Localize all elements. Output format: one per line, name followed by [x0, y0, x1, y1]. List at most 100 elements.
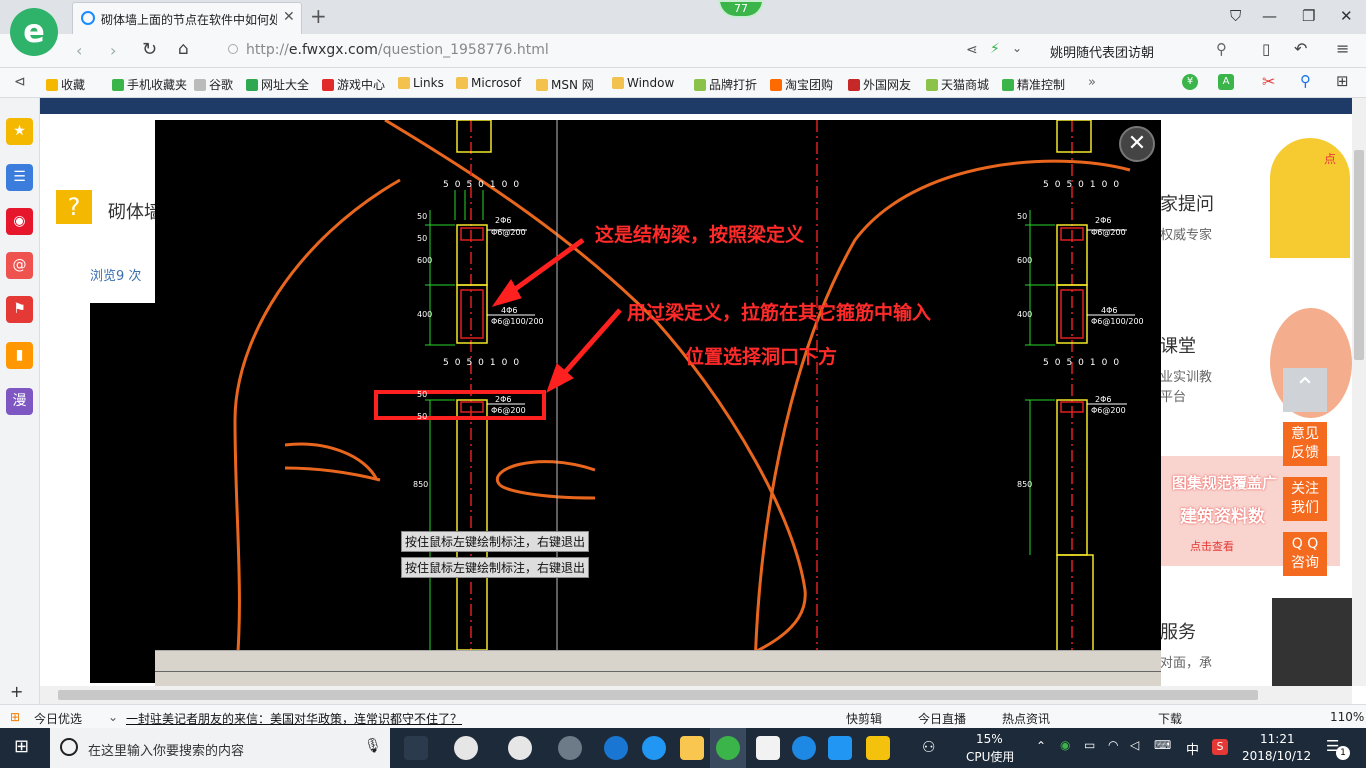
url-field[interactable]: http://e.fwxgx.com/question_1958776.html	[246, 42, 549, 58]
bookmark-item[interactable]: 淘宝团购	[770, 76, 833, 93]
reading-icon[interactable]: ▮	[6, 342, 33, 369]
wechat-tray-icon[interactable]: ◉	[1060, 738, 1070, 752]
forward-icon[interactable]: ›	[110, 41, 116, 60]
close-window-button[interactable]: ✕	[1340, 7, 1353, 25]
bookmark-item[interactable]: 游戏中心	[322, 76, 385, 93]
bookmark-item[interactable]: 品牌打折	[694, 76, 757, 93]
bookmark-item[interactable]: 手机收藏夹	[112, 76, 187, 93]
weibo-icon[interactable]: ◉	[6, 208, 33, 235]
right-heading-ask: 家提问	[1160, 194, 1214, 215]
menu-icon[interactable]: ≡	[1336, 39, 1349, 58]
microphone-icon[interactable]: 🎙	[364, 738, 382, 754]
g-app-icon[interactable]	[792, 736, 816, 760]
new-tab-button[interactable]: +	[310, 4, 327, 28]
apps-grid-icon[interactable]: ⊞	[1336, 72, 1349, 90]
chevron-down-icon[interactable]: ⌄	[1012, 41, 1022, 55]
plus-app-icon[interactable]	[828, 736, 852, 760]
people-icon[interactable]: ⚇	[922, 738, 935, 756]
windows-start-icon[interactable]: ⊞	[14, 736, 29, 757]
wifi-icon[interactable]: ◠	[1108, 738, 1118, 752]
sync-app-icon[interactable]	[558, 736, 582, 760]
bookmark-item[interactable]: Window	[612, 76, 674, 90]
right-heading-service: 服务	[1160, 622, 1196, 643]
back-to-top-button[interactable]: ⌃	[1283, 368, 1327, 412]
clock-date[interactable]: 2018/10/12	[1242, 749, 1311, 763]
scissors-icon[interactable]: ✂	[1262, 72, 1275, 91]
zoom-level[interactable]: 110%	[1330, 710, 1364, 724]
ie-app-icon[interactable]	[508, 736, 532, 760]
bookmark-icon	[112, 79, 124, 91]
shirt-skin-icon[interactable]: ⛉	[1230, 7, 1241, 25]
bookmark-item[interactable]: Links	[398, 76, 444, 90]
bookmark-item[interactable]: 天猫商城	[926, 76, 989, 93]
comic-icon[interactable]: 漫	[6, 388, 33, 415]
bookmark-item[interactable]: 谷歌	[194, 76, 233, 93]
browser-tab[interactable]: 砌体墙上面的节点在软件中如何处 ✕	[72, 2, 302, 34]
bookmark-item[interactable]: 精准控制	[1002, 76, 1065, 93]
mobile-icon[interactable]: ▯	[1262, 40, 1270, 58]
battery-icon[interactable]: ▭	[1084, 738, 1095, 752]
taskbar-search-placeholder: 在这里输入你要搜索的内容	[88, 744, 245, 759]
lightning-icon[interactable]: ⚡	[990, 41, 1000, 57]
active-browser-task[interactable]	[710, 728, 746, 768]
ime-indicator[interactable]: 中	[1186, 739, 1199, 758]
explorer-app-icon[interactable]	[680, 736, 704, 760]
tray-chevron-icon[interactable]: ⌃	[1036, 739, 1046, 753]
bookmark-icon	[398, 77, 410, 89]
mail-app-icon[interactable]	[756, 736, 780, 760]
sidebar-toggle-icon[interactable]: ⊲	[14, 74, 26, 90]
more-bookmarks-icon[interactable]: »	[1088, 75, 1096, 90]
refresh-icon[interactable]: ↻	[142, 39, 157, 60]
bookmark-item[interactable]: MSN 网	[536, 76, 594, 93]
follow-us-button[interactable]: 关注 我们	[1283, 477, 1327, 521]
bookmark-item[interactable]: 网址大全	[246, 76, 309, 93]
translate-icon[interactable]: A	[1218, 74, 1234, 90]
bookmark-item[interactable]: 外国网友	[848, 76, 911, 93]
add-icon[interactable]: +	[10, 682, 23, 701]
game-icon[interactable]: ⚑	[6, 296, 33, 323]
ie11-app-icon[interactable]	[642, 736, 666, 760]
browser-logo-icon[interactable]: e	[10, 8, 58, 56]
status-live[interactable]: 今日直播	[918, 710, 966, 727]
tab-bar: 砌体墙上面的节点在软件中如何处 ✕ + 77 ⛉ — ❐ ✕	[0, 0, 1366, 34]
feedback-button[interactable]: 意见 反馈	[1283, 422, 1327, 466]
taskbar-search[interactable]: 在这里输入你要搜索的内容 🎙	[50, 728, 390, 768]
fan-app-icon[interactable]	[454, 736, 478, 760]
today-picks[interactable]: 今日优选	[34, 710, 82, 727]
bookmark-item[interactable]: Microsof	[456, 76, 521, 90]
favorites-star-icon[interactable]: ★	[6, 118, 33, 145]
modal-close-button[interactable]: ✕	[1119, 126, 1155, 162]
horizontal-scrollbar[interactable]: +	[10, 682, 1352, 704]
task-view-icon[interactable]	[404, 736, 428, 760]
sogou-ime-icon[interactable]: S	[1212, 739, 1228, 755]
yuan-icon[interactable]: ¥	[1182, 74, 1198, 90]
qq-consult-button[interactable]: Q Q 咨询	[1283, 532, 1327, 576]
status-quick-edit[interactable]: 快剪辑	[846, 710, 882, 727]
mail-icon[interactable]: @	[6, 252, 33, 279]
bookmark-item[interactable]: 收藏	[46, 76, 85, 93]
restore-button[interactable]: ❐	[1302, 7, 1315, 25]
magnifier-icon[interactable]: ⚲	[1300, 72, 1311, 90]
site-info-icon[interactable]	[228, 44, 238, 54]
speed-badge[interactable]: 77	[718, 0, 764, 18]
bookmark-icon	[926, 79, 938, 91]
tab-close-icon[interactable]: ✕	[283, 9, 295, 25]
news-feed-icon[interactable]: ☰	[6, 164, 33, 191]
volume-icon[interactable]: ◁	[1130, 738, 1139, 752]
vertical-scrollbar[interactable]	[1352, 98, 1366, 686]
undo-icon[interactable]: ↶	[1294, 39, 1307, 58]
search-box[interactable]: 姚明随代表团访朝	[1040, 38, 1240, 64]
notes-app-icon[interactable]	[866, 736, 890, 760]
share-icon[interactable]: ⋖	[966, 42, 978, 58]
status-hot-news[interactable]: 热点资讯	[1002, 710, 1050, 727]
search-icon[interactable]: ⚲	[1216, 40, 1227, 58]
edge-app-icon[interactable]	[604, 736, 628, 760]
status-download[interactable]: 下载	[1158, 710, 1182, 727]
keyboard-icon[interactable]: ⌨	[1154, 738, 1171, 752]
news-ticker[interactable]: 一封驻美记者朋友的来信：美国对华政策，连常识都守不住了？	[126, 710, 462, 727]
clock-time[interactable]: 11:21	[1260, 732, 1295, 746]
home-icon[interactable]: ⌂	[178, 39, 189, 59]
minimize-button[interactable]: —	[1262, 7, 1277, 25]
back-icon[interactable]: ‹	[76, 41, 82, 60]
bookmark-label: Window	[627, 76, 675, 90]
